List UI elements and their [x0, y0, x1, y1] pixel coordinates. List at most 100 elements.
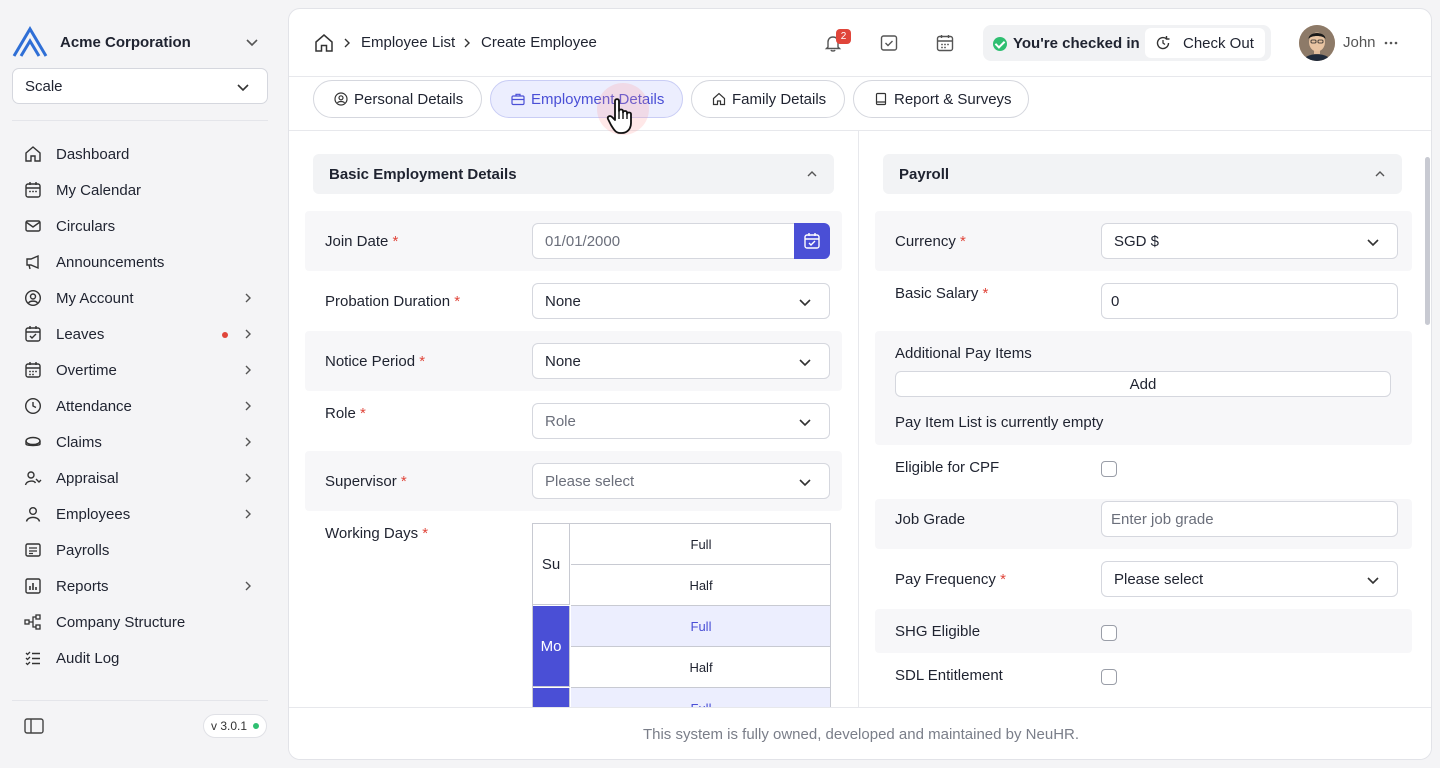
- additional-pay-label: Additional Pay Items: [895, 345, 1032, 362]
- sidebar-item-label: Circulars: [56, 217, 116, 235]
- calendar-check-icon: [25, 326, 41, 342]
- tab-personal-details[interactable]: Personal Details: [313, 80, 482, 118]
- sidebar-divider: [12, 120, 268, 121]
- chevron-down-icon: [1367, 577, 1379, 585]
- checkin-status-label: You're checked in: [1013, 35, 1140, 52]
- sidebar-item-dashboard[interactable]: Dashboard: [12, 136, 268, 172]
- working-days-grid: Su Full Half Mo Full Half Tu Full: [532, 523, 831, 713]
- probation-select[interactable]: None: [532, 283, 830, 319]
- currency-select[interactable]: SGD $: [1101, 223, 1398, 259]
- check-out-button[interactable]: Check Out: [1145, 28, 1265, 58]
- tab-family-details[interactable]: Family Details: [691, 80, 845, 118]
- tab-employment-details[interactable]: Employment Details: [490, 80, 683, 118]
- sidebar-item-employees[interactable]: Employees: [12, 496, 268, 532]
- tab-label: Report & Surveys: [894, 90, 1012, 108]
- notice-period-select[interactable]: None: [532, 343, 830, 379]
- day-sunday-full[interactable]: Full: [571, 524, 830, 565]
- chevron-down-icon: [799, 359, 811, 367]
- section-basic-employment[interactable]: Basic Employment Details: [313, 154, 834, 194]
- org-switcher[interactable]: Acme Corporation: [12, 26, 268, 58]
- chevron-right-icon: [245, 329, 251, 339]
- sidebar-item-label: Leaves: [56, 325, 105, 343]
- basic-salary-input[interactable]: 0: [1101, 283, 1398, 319]
- pay-frequency-label: Pay Frequency *: [895, 571, 1006, 588]
- chevron-down-icon: [799, 419, 811, 427]
- supervisor-label: Supervisor *: [325, 473, 407, 490]
- check-out-label: Check Out: [1183, 34, 1254, 52]
- job-grade-label: Job Grade: [895, 511, 966, 528]
- pay-frequency-select[interactable]: Please select: [1101, 561, 1398, 597]
- home-icon[interactable]: [314, 33, 334, 53]
- sidebar-item-label: Audit Log: [56, 649, 120, 667]
- sidebar-item-audit-log[interactable]: Audit Log: [12, 640, 268, 676]
- join-date-input[interactable]: 01/01/2000: [532, 223, 796, 259]
- calendar-icon[interactable]: [935, 33, 955, 53]
- sidebar-item-announcements[interactable]: Announcements: [12, 244, 268, 280]
- acme-logo-icon: [12, 26, 48, 57]
- breadcrumb-employee-list[interactable]: Employee List: [361, 34, 455, 51]
- sidebar-item-appraisal[interactable]: Appraisal: [12, 460, 268, 496]
- sidebar-item-company-structure[interactable]: Company Structure: [12, 604, 268, 640]
- avatar[interactable]: [1299, 25, 1335, 61]
- date-picker-button[interactable]: [794, 223, 830, 259]
- org-name: Acme Corporation: [60, 33, 191, 51]
- sidebar-nav: Dashboard My Calendar Circulars Announce…: [12, 136, 268, 676]
- day-monday-full[interactable]: Full: [571, 606, 830, 647]
- role-select[interactable]: Role: [532, 403, 830, 439]
- shg-label: SHG Eligible: [895, 623, 981, 640]
- scrollbar[interactable]: [1425, 157, 1430, 325]
- day-sunday[interactable]: Su: [533, 524, 570, 605]
- user-name[interactable]: John: [1343, 34, 1376, 51]
- tab-label: Personal Details: [354, 90, 464, 108]
- user-circle-icon: [24, 289, 42, 307]
- calendar-icon: [25, 362, 41, 378]
- user-photo-icon: [1299, 25, 1335, 61]
- sidebar-item-leaves[interactable]: Leaves: [12, 316, 268, 352]
- sidebar-item-label: Appraisal: [56, 469, 119, 487]
- calendar-icon: [804, 233, 820, 249]
- tab-report-surveys[interactable]: Report & Surveys: [853, 80, 1029, 118]
- chevron-right-icon: [245, 473, 251, 483]
- day-monday-half[interactable]: Half: [571, 647, 830, 688]
- chevron-down-icon: [799, 479, 811, 487]
- shg-checkbox[interactable]: [1101, 625, 1117, 641]
- home-icon: [25, 146, 41, 162]
- checklist-icon: [25, 651, 40, 666]
- refresh-clock-icon: [1156, 36, 1170, 50]
- scope-select[interactable]: Scale: [12, 68, 268, 104]
- job-grade-input[interactable]: Enter job grade: [1101, 501, 1398, 537]
- sidebar-toggle-icon[interactable]: [24, 717, 44, 735]
- scope-value: Scale: [25, 77, 63, 95]
- sdl-checkbox[interactable]: [1101, 669, 1117, 685]
- sidebar-item-label: Company Structure: [56, 613, 186, 631]
- sidebar-item-attendance[interactable]: Attendance: [12, 388, 268, 424]
- sidebar-item-label: My Calendar: [56, 181, 142, 199]
- sidebar-item-claims[interactable]: Claims: [12, 424, 268, 460]
- sidebar-item-my-calendar[interactable]: My Calendar: [12, 172, 268, 208]
- column-divider: [858, 131, 859, 711]
- section-payroll[interactable]: Payroll: [883, 154, 1402, 194]
- chevron-down-icon: [237, 84, 249, 92]
- pay-frequency-placeholder: Please select: [1114, 570, 1204, 588]
- sidebar-item-reports[interactable]: Reports: [12, 568, 268, 604]
- add-pay-item-button[interactable]: Add: [895, 371, 1391, 397]
- chevron-right-icon: [245, 365, 251, 375]
- sidebar-item-payrolls[interactable]: Payrolls: [12, 532, 268, 568]
- tab-label: Family Details: [732, 90, 827, 108]
- cpf-checkbox[interactable]: [1101, 461, 1117, 477]
- sidebar-item-my-account[interactable]: My Account: [12, 280, 268, 316]
- sidebar-item-label: Announcements: [56, 253, 165, 271]
- task-check-icon[interactable]: [879, 33, 899, 53]
- day-sunday-half[interactable]: Half: [571, 565, 830, 606]
- notice-period-value: None: [545, 352, 581, 370]
- more-horizontal-icon[interactable]: [1383, 35, 1399, 51]
- document-icon: [875, 92, 887, 106]
- day-monday[interactable]: Mo: [533, 606, 570, 687]
- sdl-label: SDL Entitlement: [895, 667, 1003, 684]
- sidebar-item-circulars[interactable]: Circulars: [12, 208, 268, 244]
- notification-badge: 2: [836, 29, 851, 44]
- pay-item-empty-text: Pay Item List is currently empty: [895, 414, 1104, 431]
- supervisor-select[interactable]: Please select: [532, 463, 830, 499]
- currency-value: SGD $: [1114, 232, 1160, 250]
- sidebar-item-overtime[interactable]: Overtime: [12, 352, 268, 388]
